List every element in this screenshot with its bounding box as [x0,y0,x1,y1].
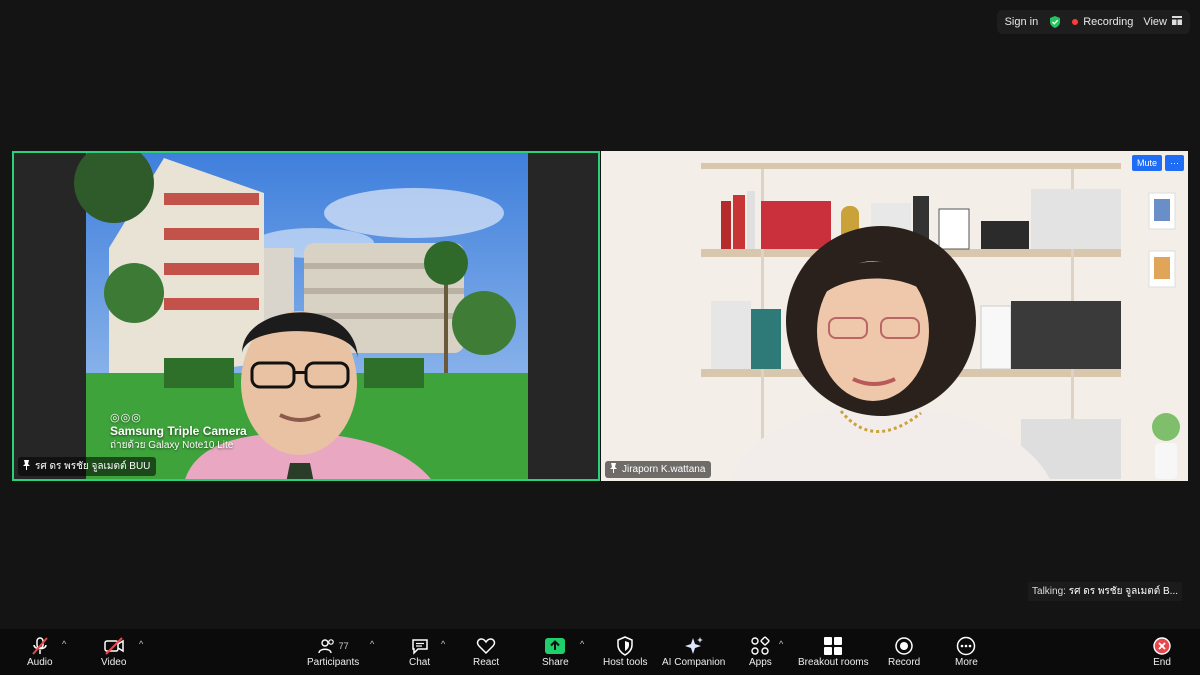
recording-dot-icon [1072,19,1079,25]
record-label: Record [888,657,921,668]
watermark-title: Samsung Triple Camera [110,424,247,438]
host-tools-label: Host tools [603,657,648,668]
video-options-chevron-icon[interactable]: ^ [139,639,143,649]
end-meeting-button[interactable]: End [1152,635,1172,668]
audio-button[interactable]: Audio [27,635,53,668]
share-screen-icon [544,635,566,657]
react-button[interactable]: React [473,635,499,668]
record-icon [894,635,914,657]
top-status-bar: Sign in Recording View [996,10,1190,34]
mute-participant-button[interactable]: Mute [1131,155,1162,171]
apps-options-chevron-icon[interactable]: ^ [779,639,783,649]
camera-off-icon [103,635,125,657]
more-dots-icon [956,635,976,657]
participants-label: Participants [307,657,360,668]
end-close-icon [1152,635,1172,657]
share-button[interactable]: Share [542,635,569,668]
chat-label: Chat [409,657,431,668]
heart-icon [476,635,496,657]
talking-indicator: Talking: รศ ดร พรชัย จูลเมตต์ B... [1028,582,1182,601]
chat-bubble-icon [410,635,430,657]
sign-in-link[interactable]: Sign in [1005,16,1039,28]
audio-label: Audio [27,657,53,668]
breakout-rooms-button[interactable]: Breakout rooms [798,635,869,668]
participant-name: รศ ดร พรชัย จูลเมตต์ BUU [35,461,151,472]
react-label: React [473,657,500,668]
video-tile-participant[interactable]: Mute ··· Jiraporn K.wattana [601,151,1188,481]
apps-button[interactable]: Apps [749,635,772,668]
apps-label: Apps [749,657,772,668]
security-shield-icon[interactable] [1048,15,1062,29]
participant-nameplate: Jiraporn K.wattana [605,461,712,478]
share-label: Share [542,657,569,668]
more-button[interactable]: More [955,635,978,668]
end-label: End [1153,657,1171,668]
chat-options-chevron-icon[interactable]: ^ [441,639,445,649]
share-options-chevron-icon[interactable]: ^ [580,639,584,649]
shield-icon [616,635,634,657]
recording-indicator[interactable]: Recording [1072,16,1133,28]
video-tile-speaker[interactable]: ◎◎◎ Samsung Triple Camera ถ่ายด้วย Galax… [12,151,600,481]
speaker-video-feed [14,153,598,479]
participant-name: Jiraporn K.wattana [622,464,706,475]
chat-button[interactable]: Chat [409,635,430,668]
tile-controls: Mute ··· [1131,155,1184,171]
watermark-logo: ◎◎◎ [110,412,142,424]
meeting-toolbar: Audio ^ Video ^ 77 Participants ^ Chat ^… [0,629,1200,675]
talking-name: รศ ดร พรชัย จูลเมตต์ B... [1068,586,1178,597]
breakout-rooms-icon [823,635,843,657]
pin-icon [609,463,618,476]
host-tools-button[interactable]: Host tools [603,635,647,668]
participants-options-chevron-icon[interactable]: ^ [370,639,374,649]
pin-icon [22,460,31,473]
camera-watermark: ◎◎◎ Samsung Triple Camera ถ่ายด้วย Galax… [110,411,247,453]
talking-label: Talking: [1032,586,1066,597]
ai-companion-label: AI Companion [662,657,726,668]
participants-icon: 77 [317,635,349,657]
participants-button[interactable]: 77 Participants [307,635,359,668]
microphone-muted-icon [30,635,50,657]
participants-count: 77 [338,641,349,651]
more-label: More [955,657,978,668]
video-label: Video [101,657,127,668]
breakout-rooms-label: Breakout rooms [798,657,869,668]
view-button[interactable]: View [1143,16,1182,28]
video-button[interactable]: Video [101,635,126,668]
ai-companion-button[interactable]: AI Companion [662,635,725,668]
participant-video-feed [601,151,1188,481]
apps-grid-icon [750,635,770,657]
grid-view-icon [1172,16,1182,28]
audio-options-chevron-icon[interactable]: ^ [62,639,66,649]
tile-more-button[interactable]: ··· [1165,155,1184,171]
sparkle-icon [683,635,705,657]
watermark-subtitle: ถ่ายด้วย Galaxy Note10 Lite [110,440,234,451]
record-button[interactable]: Record [888,635,920,668]
participant-nameplate: รศ ดร พรชัย จูลเมตต์ BUU [18,457,157,476]
recording-label: Recording [1083,16,1134,28]
view-label: View [1143,16,1167,28]
